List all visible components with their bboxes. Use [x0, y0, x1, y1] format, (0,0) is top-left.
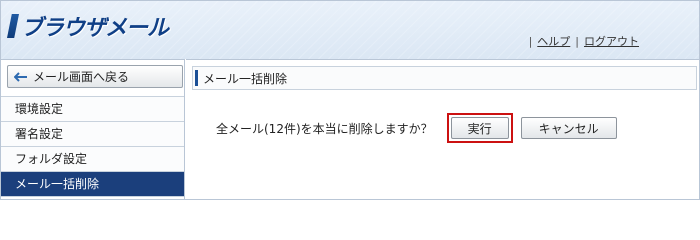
- sidebar-menu: 環境設定 署名設定 フォルダ設定 メール一括削除: [1, 96, 184, 197]
- sidebar: メール画面へ戻る 環境設定 署名設定 フォルダ設定 メール一括削除: [1, 59, 185, 199]
- help-link[interactable]: ヘルプ: [537, 33, 570, 49]
- sidebar-item-bulk-delete[interactable]: メール一括削除: [1, 172, 184, 197]
- header: ブラウザメール | ヘルプ | ログアウト: [1, 1, 699, 59]
- sidebar-item-environment-settings[interactable]: 環境設定: [1, 97, 184, 122]
- main-panel: メール一括削除 全メール(12件)を本当に削除しますか？ 実行 キャンセル: [186, 59, 699, 199]
- confirm-message: 全メール(12件)を本当に削除しますか？: [216, 121, 433, 136]
- app-logo: ブラウザメール: [7, 11, 169, 41]
- execute-highlight: 実行: [446, 113, 513, 143]
- execute-button[interactable]: 実行: [450, 117, 509, 139]
- cancel-button[interactable]: キャンセル: [520, 117, 617, 139]
- arrow-left-icon: [14, 71, 27, 82]
- link-separator: |: [575, 34, 579, 48]
- logo-mark-icon: [7, 14, 19, 38]
- back-to-mail-button[interactable]: メール画面へ戻る: [7, 65, 183, 88]
- confirm-row: 全メール(12件)を本当に削除しますか？ 実行 キャンセル: [216, 113, 617, 143]
- header-links: | ヘルプ | ログアウト: [529, 33, 639, 49]
- page-title: メール一括削除: [192, 66, 697, 90]
- back-button-label: メール画面へ戻る: [33, 70, 130, 84]
- logout-link[interactable]: ログアウト: [584, 33, 639, 49]
- sidebar-item-folder-settings[interactable]: フォルダ設定: [1, 147, 184, 172]
- logo-text: ブラウザメール: [21, 16, 169, 41]
- sidebar-item-signature-settings[interactable]: 署名設定: [1, 122, 184, 147]
- link-separator: |: [528, 34, 533, 48]
